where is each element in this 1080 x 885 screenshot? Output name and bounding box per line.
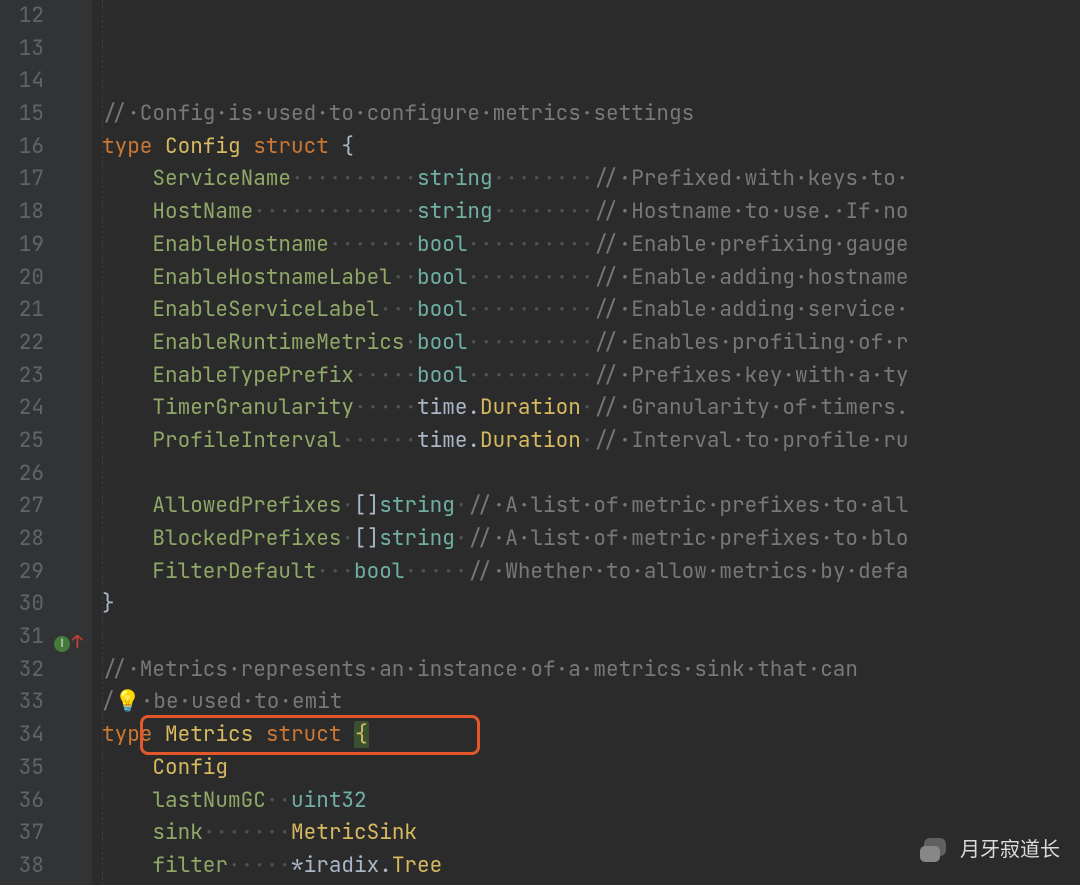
line-number: 37 (0, 817, 50, 850)
line-number: 25 (0, 425, 50, 458)
line-number: 38 (0, 850, 50, 883)
line-number: 22 (0, 327, 50, 360)
line-number: 34 (0, 719, 50, 752)
code-line[interactable]: EnableHostnameLabel··bool··········//·En… (102, 262, 1080, 295)
code-line[interactable]: TimerGranularity·····time.Duration·//·Gr… (102, 392, 1080, 425)
line-number: 21 (0, 294, 50, 327)
line-number: 16 (0, 131, 50, 164)
code-line[interactable]: //·Config·is·used·to·configure·metrics·s… (102, 98, 1080, 131)
code-line[interactable]: Config (102, 752, 1080, 785)
code-line[interactable]: lastNumGC··uint32 (102, 785, 1080, 818)
inspection-icon: I (54, 636, 70, 652)
line-number: 19 (0, 229, 50, 262)
line-number: 32 (0, 654, 50, 687)
wechat-icon (920, 836, 950, 866)
gutter-marker[interactable]: I↑ (54, 627, 83, 660)
line-number: 33 (0, 686, 50, 719)
line-number: 13 (0, 33, 50, 66)
gutter-marker-column: I↑ (50, 0, 92, 885)
line-number-gutter: 1213141516171819202122232425262728293031… (0, 0, 50, 885)
indent-guide (102, 0, 103, 885)
line-number: 26 (0, 458, 50, 491)
line-number: 23 (0, 360, 50, 393)
code-editor[interactable]: 1213141516171819202122232425262728293031… (0, 0, 1080, 885)
code-line[interactable]: type Metrics struct { (102, 719, 1080, 752)
watermark-text: 月牙寂道长 (960, 834, 1060, 867)
code-line[interactable]: EnableRuntimeMetrics·bool··········//·En… (102, 327, 1080, 360)
line-number: 30 (0, 588, 50, 621)
code-line[interactable]: EnableTypePrefix·····bool··········//·Pr… (102, 360, 1080, 393)
code-line[interactable]: AllowedPrefixes·[]string·//·A·list·of·me… (102, 490, 1080, 523)
code-line[interactable]: EnableServiceLabel···bool··········//·En… (102, 294, 1080, 327)
code-line[interactable]: EnableHostname·······bool··········//·En… (102, 229, 1080, 262)
watermark: 月牙寂道长 (920, 834, 1060, 867)
code-line[interactable]: BlockedPrefixes·[]string·//·A·list·of·me… (102, 523, 1080, 556)
line-number: 24 (0, 392, 50, 425)
code-area[interactable]: //·Config·is·used·to·configure·metrics·s… (92, 0, 1080, 885)
code-line[interactable]: ServiceName··········string········//·Pr… (102, 163, 1080, 196)
code-line[interactable]: HostName·············string········//·Ho… (102, 196, 1080, 229)
line-number: 15 (0, 98, 50, 131)
line-number: 18 (0, 196, 50, 229)
code-line[interactable] (102, 458, 1080, 491)
code-line[interactable]: FilterDefault···bool·····//·Whether·to·a… (102, 556, 1080, 589)
line-number: 14 (0, 65, 50, 98)
code-line[interactable]: ProfileInterval······time.Duration·//·In… (102, 425, 1080, 458)
code-line[interactable]: type Config struct { (102, 131, 1080, 164)
line-number: 20 (0, 262, 50, 295)
line-number: 31 (0, 621, 50, 654)
line-number: 35 (0, 752, 50, 785)
line-number: 28 (0, 523, 50, 556)
line-number: 29 (0, 556, 50, 589)
up-arrow-icon: ↑ (72, 627, 83, 660)
code-line[interactable]: /💡·be·used·to·emit (102, 686, 1080, 719)
code-line[interactable] (102, 621, 1080, 654)
code-line[interactable]: } (102, 588, 1080, 621)
line-number: 17 (0, 163, 50, 196)
line-number: 36 (0, 785, 50, 818)
code-line[interactable]: //·Metrics·represents·an·instance·of·a·m… (102, 654, 1080, 687)
line-number: 12 (0, 0, 50, 33)
line-number: 27 (0, 490, 50, 523)
